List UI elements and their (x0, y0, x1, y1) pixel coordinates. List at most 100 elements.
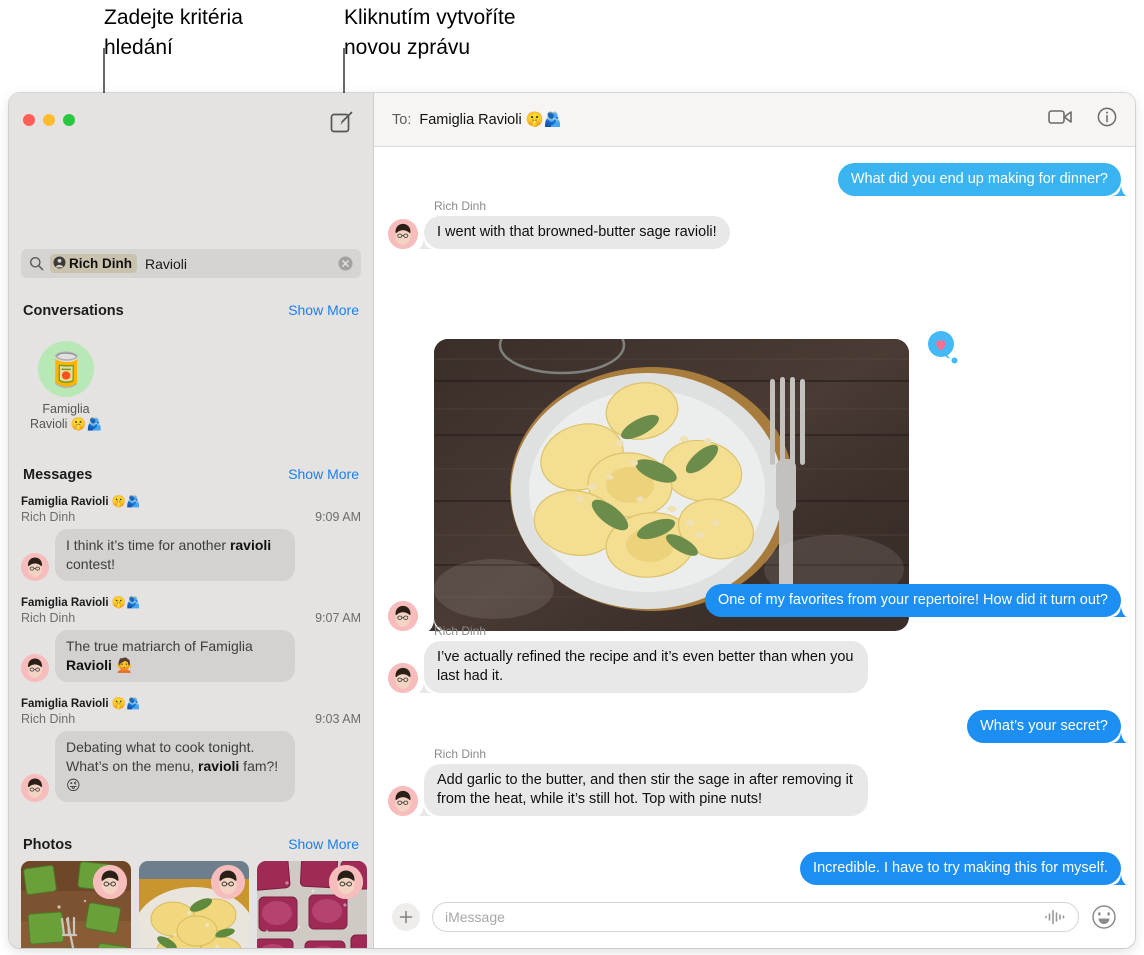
avatar (93, 865, 127, 899)
message-result-text: The true matriarch of Famiglia Ravioli 🙅 (55, 630, 295, 682)
minimize-button[interactable] (43, 114, 55, 126)
result-text-before: I think it’s time for another (66, 537, 230, 553)
info-icon[interactable] (1097, 107, 1117, 132)
bubble-tail-icon (418, 681, 434, 693)
message-result-row[interactable]: Famiglia Ravioli 🤫🫂 Rich Dinh 9:09 AM I … (9, 495, 373, 581)
message-bubble[interactable]: What’s your secret? (967, 710, 1121, 743)
message-bubble[interactable]: One of my favorites from your repertoire… (704, 584, 1121, 617)
message-row-incoming: I’ve actually refined the recipe and it’… (388, 641, 868, 693)
plus-icon[interactable] (392, 903, 420, 931)
message-sender-label: Rich Dinh (434, 624, 487, 638)
show-more-messages[interactable]: Show More (288, 466, 359, 482)
section-header-conversations: Conversations Show More (9, 302, 373, 319)
search-icon (29, 256, 44, 271)
message-transcript[interactable]: What did you end up making for dinner? R… (374, 147, 1135, 886)
message-result-row[interactable]: Famiglia Ravioli 🤫🫂 Rich Dinh 9:07 AM Th… (9, 596, 373, 682)
section-title-photos: Photos (23, 837, 73, 853)
heart-reaction-badge[interactable] (924, 329, 961, 366)
message-result-conversation: Famiglia Ravioli 🤫🫂 (21, 597, 141, 609)
message-sender-label: Rich Dinh (434, 747, 487, 761)
conversation-name-line2: Ravioli 🤫🫂 (29, 417, 103, 431)
to-label: To: (392, 111, 412, 128)
photo-thumbnail[interactable] (21, 861, 131, 948)
clear-icon[interactable] (338, 256, 353, 271)
avatar[interactable] (388, 219, 418, 249)
message-result-time: 9:07 AM (315, 611, 361, 625)
callout-compose-label: Kliknutím vytvoříte novou zprávu (344, 6, 516, 59)
photo-thumbnail[interactable] (257, 861, 367, 948)
conversation-result-item[interactable]: 🥫 Famiglia Ravioli 🤫🫂 (26, 341, 106, 432)
message-result-meta: Rich Dinh 9:07 AM (21, 610, 361, 626)
message-row-outgoing: Incredible. I have to try making this fo… (800, 852, 1127, 885)
conversation-pane: To: Famiglia Ravioli 🤫🫂 What did you end… (374, 93, 1135, 948)
callout-search-label: Zadejte kritéria hledání (104, 6, 243, 59)
message-input-bar: iMessage (374, 886, 1135, 948)
photo-thumbnail[interactable] (139, 861, 249, 948)
bubble-tail-icon (1111, 731, 1127, 743)
message-bubble[interactable]: I went with that browned-butter sage rav… (424, 216, 730, 249)
bubble-tail-icon (418, 237, 434, 249)
message-result-body: The true matriarch of Famiglia Ravioli 🙅 (21, 630, 361, 682)
sidebar-titlebar (9, 93, 373, 147)
recipient-name[interactable]: Famiglia Ravioli 🤫🫂 (419, 111, 561, 128)
conversation-result-name: Famiglia Ravioli 🤫🫂 (26, 402, 106, 432)
message-sender-label: Rich Dinh (434, 199, 487, 213)
avatar[interactable] (388, 786, 418, 816)
result-text-highlight: ravioli (229, 537, 272, 553)
maximize-button[interactable] (63, 114, 75, 126)
video-camera-icon[interactable] (1048, 108, 1073, 131)
audio-waveform-icon[interactable] (1044, 909, 1066, 925)
message-row-outgoing: What’s your secret? (967, 710, 1127, 743)
message-bubble[interactable]: What did you end up making for dinner? (837, 163, 1121, 196)
window-controls (23, 114, 75, 126)
message-group-incoming: Rich Dinh I went with that browned-butte… (388, 199, 730, 249)
search-token-label: Rich Dinh (69, 256, 132, 271)
message-result-sender: Rich Dinh (21, 510, 76, 524)
show-more-photos[interactable]: Show More (288, 836, 359, 852)
search-input[interactable]: Rich Dinh Ravioli (21, 249, 361, 278)
message-result-row[interactable]: Famiglia Ravioli 🤫🫂 Rich Dinh 9:03 AM De… (9, 697, 373, 802)
emoji-smiley-icon[interactable] (1091, 904, 1117, 930)
section-title-messages: Messages (23, 467, 93, 483)
message-group-incoming: Rich Dinh I’ve actually refined the reci… (388, 624, 868, 693)
result-text-highlight: Ravioli (66, 657, 112, 673)
message-result-body: Debating what to cook tonight. What’s on… (21, 731, 361, 802)
search-token-person[interactable]: Rich Dinh (50, 254, 137, 273)
avatar (211, 865, 245, 899)
avatar[interactable] (388, 663, 418, 693)
section-header-photos: Photos Show More (9, 836, 373, 853)
message-result-meta: Rich Dinh 9:09 AM (21, 509, 361, 525)
show-more-conversations[interactable]: Show More (288, 302, 359, 318)
message-result-meta: Rich Dinh 9:03 AM (21, 711, 361, 727)
message-row-incoming: I went with that browned-butter sage rav… (388, 216, 730, 249)
message-bubble[interactable]: Incredible. I have to try making this fo… (800, 852, 1121, 885)
message-result-text: I think it’s time for another ravioli co… (55, 529, 295, 581)
close-button[interactable] (23, 114, 35, 126)
avatar (21, 553, 49, 581)
message-result-sender: Rich Dinh (21, 611, 76, 625)
messages-window: Rich Dinh Ravioli Conversations Show Mor… (9, 93, 1135, 948)
avatar (329, 865, 363, 899)
message-result-time: 9:03 AM (315, 712, 361, 726)
compose-icon[interactable] (328, 109, 354, 135)
sidebar: Rich Dinh Ravioli Conversations Show Mor… (9, 93, 374, 948)
result-text-after: contest! (66, 556, 116, 572)
header-actions (1048, 107, 1117, 132)
result-text-before: The true matriarch of Famiglia (66, 638, 253, 654)
section-header-messages: Messages Show More (9, 466, 373, 483)
message-result-sender: Rich Dinh (21, 712, 76, 726)
result-text-after: 🙅 (111, 657, 134, 673)
message-bubble[interactable]: I’ve actually refined the recipe and it’… (424, 641, 868, 693)
person-icon (53, 256, 66, 272)
avatar (21, 774, 49, 802)
message-bubble[interactable]: Add garlic to the butter, and then stir … (424, 764, 868, 816)
photo-results-strip (21, 861, 367, 948)
section-title-conversations: Conversations (23, 303, 124, 319)
bubble-tail-icon (1111, 873, 1127, 885)
message-row-outgoing: What did you end up making for dinner? (837, 163, 1127, 196)
message-result-body: I think it’s time for another ravioli co… (21, 529, 361, 581)
search-query-text: Ravioli (145, 255, 188, 272)
conversation-name-line1: Famiglia (42, 402, 90, 416)
bubble-tail-icon (418, 804, 434, 816)
imessage-input[interactable]: iMessage (432, 902, 1079, 932)
